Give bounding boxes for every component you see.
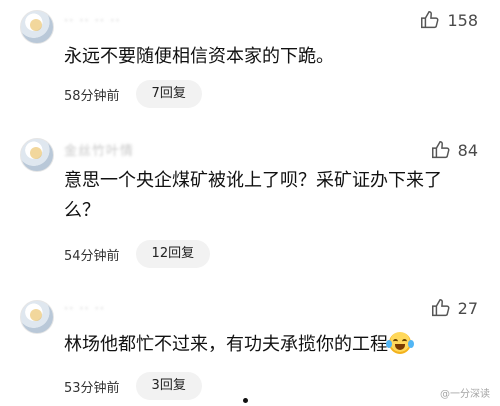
thumbs-up-icon xyxy=(431,299,450,317)
avatar-mark xyxy=(30,19,42,31)
reply-button[interactable]: 7回复 xyxy=(135,80,202,108)
footer-dot xyxy=(243,398,248,403)
thumbs-up-icon xyxy=(431,141,450,159)
avatar[interactable] xyxy=(20,138,54,172)
like-count: 27 xyxy=(457,298,478,318)
reply-button[interactable]: 12回复 xyxy=(135,240,211,268)
watermark-text: @一分深读 xyxy=(440,389,490,400)
comment-text: 林场他都忙不过来，有功夫承揽你的工程 xyxy=(64,330,474,360)
comment-meta: 58分钟前 7回复 xyxy=(64,80,202,108)
like-button[interactable]: 84 xyxy=(430,139,478,161)
comment-meta: 54分钟前 12回复 xyxy=(64,240,211,268)
timestamp: 54分钟前 xyxy=(64,248,120,264)
username[interactable]: ·· ·· ·· ·· xyxy=(64,14,120,29)
timestamp: 53分钟前 xyxy=(64,380,120,396)
like-button[interactable]: 158 xyxy=(419,9,478,31)
like-count: 84 xyxy=(457,140,478,160)
avatar[interactable] xyxy=(20,300,54,334)
comment-text: 永远不要随便相信资本家的下跪。 xyxy=(64,46,334,67)
comment-text-content: 林场他都忙不过来，有功夫承揽你的工程 xyxy=(64,334,388,355)
thumbs-up-icon xyxy=(421,11,439,29)
avatar-mark xyxy=(30,309,42,321)
avatar[interactable] xyxy=(20,10,54,44)
laugh-cry-emoji-icon xyxy=(386,332,414,354)
username[interactable]: 金丝竹叶情 xyxy=(64,140,134,159)
avatar-mark xyxy=(30,147,42,159)
timestamp: 58分钟前 xyxy=(64,88,120,104)
tear-right xyxy=(408,340,414,348)
reply-button[interactable]: 3回复 xyxy=(135,372,202,400)
tear-left xyxy=(386,340,392,348)
comment-meta: 53分钟前 3回复 xyxy=(64,372,202,400)
mouth xyxy=(395,344,405,350)
like-count: 158 xyxy=(447,10,478,30)
comment-text: 意思一个央企煤矿被讹上了呗？采矿证办下来了么？ xyxy=(64,170,442,221)
like-button[interactable]: 27 xyxy=(430,297,478,319)
watermark: @一分深读 xyxy=(440,385,490,400)
username[interactable]: ·· ·· ·· xyxy=(64,302,105,317)
